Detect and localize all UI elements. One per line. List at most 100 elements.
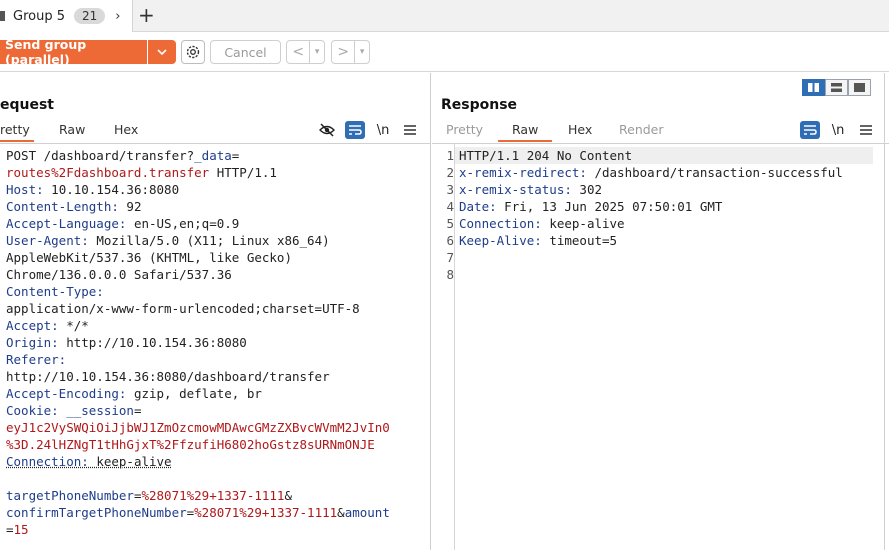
- line-number: 6: [446, 233, 454, 248]
- code-key: Accept-Encoding:: [6, 386, 127, 401]
- tab-group-5[interactable]: Group 5 21 ›: [0, 0, 133, 32]
- newline-icon[interactable]: \n: [374, 121, 392, 139]
- back-arrow-icon[interactable]: <: [287, 41, 311, 63]
- gutter-divider: [454, 144, 455, 550]
- response-pane: Response Pretty Raw Hex Render \n 1 2 3 4 5 6…: [432, 73, 889, 550]
- code-text: =: [133, 403, 142, 418]
- divider: [0, 143, 430, 144]
- menu-icon[interactable]: [858, 121, 874, 139]
- layout-toggle: [802, 79, 871, 96]
- code-value: %28071%29+1337-1111: [194, 505, 338, 520]
- tab-hex[interactable]: Hex: [568, 122, 592, 142]
- code-line: User-Agent: Mozilla/5.0 (X11; Linux x86_…: [6, 232, 390, 249]
- code-key: amount: [344, 505, 390, 520]
- response-editor[interactable]: HTTP/1.1 204 No Content x-remix-redirect:…: [459, 147, 843, 283]
- code-key: confirmTargetPhoneNumber: [6, 505, 187, 520]
- code-line: routes%2Fdashboard.transfer HTTP/1.1: [6, 164, 390, 181]
- newline-icon[interactable]: \n: [829, 121, 847, 139]
- code-text: Mozilla/5.0 (X11; Linux x86_64): [88, 233, 330, 248]
- code-text: =: [6, 522, 14, 537]
- code-key: x-remix-status:: [459, 182, 572, 197]
- code-text: http://10.10.154.36:8080/dashboard/trans…: [6, 369, 330, 384]
- code-line: Date: Fri, 13 Jun 2025 07:50:01 GMT: [459, 198, 843, 215]
- menu-icon[interactable]: [402, 121, 418, 139]
- code-value: %3D.24lHZNgT1tHhGjxT%2FfzufiH6802hoGstz8…: [6, 437, 375, 452]
- line-number: 5: [446, 216, 454, 231]
- code-line: Connection: keep-alive: [459, 215, 843, 232]
- wrap-lines-icon[interactable]: [345, 121, 365, 139]
- request-editor[interactable]: POST /dashboard/transfer?_data= routes%2F…: [6, 147, 390, 538]
- code-text: Fri, 13 Jun 2025 07:50:01 GMT: [496, 199, 723, 214]
- history-forward-button[interactable]: > ▾: [331, 40, 370, 64]
- split-horizontal-icon[interactable]: [802, 79, 825, 96]
- code-line: AppleWebKit/537.36 (KHTML, like Gecko): [6, 249, 390, 266]
- tab-pretty[interactable]: retty: [0, 122, 34, 142]
- send-dropdown-button[interactable]: [148, 40, 176, 64]
- send-group-button[interactable]: Send group (parallel): [0, 37, 147, 67]
- line-number: 7: [446, 250, 454, 265]
- code-key: Content-Type:: [6, 284, 104, 299]
- split-vertical-icon[interactable]: [825, 79, 848, 96]
- line-number: 4: [446, 199, 454, 214]
- request-pane: equest retty Raw Hex \n POST /dashboard/…: [0, 73, 431, 550]
- add-tab-button[interactable]: +: [138, 4, 155, 26]
- code-line: eyJ1c2VySWQiOiJjbWJ1ZmOzcmowMDAwcGMzZXBv…: [6, 419, 390, 436]
- chevron-down-icon: [157, 48, 167, 55]
- forward-dropdown-icon[interactable]: ▾: [355, 47, 369, 57]
- code-line: Content-Type:: [6, 283, 390, 300]
- tab-raw[interactable]: Raw: [59, 122, 85, 142]
- request-title: equest: [0, 97, 55, 113]
- code-text: POST /dashboard/transfer?: [6, 148, 195, 163]
- tab-render[interactable]: Render: [619, 122, 664, 142]
- history-back-button[interactable]: < ▾: [286, 40, 325, 64]
- response-view-tabs: Pretty Raw Hex Render: [432, 122, 889, 142]
- code-key: _data: [194, 148, 232, 163]
- gear-icon: [186, 45, 200, 59]
- code-line: Connection: keep-alive: [6, 453, 390, 470]
- code-key: Connection:: [459, 216, 542, 231]
- code-key: User-Agent:: [6, 233, 89, 248]
- back-dropdown-icon[interactable]: ▾: [310, 47, 324, 57]
- code-value: 15: [13, 522, 29, 537]
- code-line: Host: 10.10.154.36:8080: [6, 181, 390, 198]
- code-key: Date:: [459, 199, 497, 214]
- code-line: http://10.10.154.36:8080/dashboard/trans…: [6, 368, 390, 385]
- code-text: gzip, deflate, br: [126, 386, 262, 401]
- code-text: /dashboard/transaction-successful: [586, 165, 843, 180]
- settings-button[interactable]: [181, 40, 205, 64]
- tabs-icon[interactable]: [848, 79, 871, 96]
- code-line: Origin: http://10.10.154.36:8080: [6, 334, 390, 351]
- code-text: 302: [571, 182, 602, 197]
- code-line: POST /dashboard/transfer?_data=: [6, 147, 390, 164]
- cancel-button[interactable]: Cancel: [210, 40, 281, 64]
- code-key: Cookie:: [6, 403, 59, 418]
- eye-off-icon[interactable]: [318, 121, 336, 139]
- code-text: http://10.10.154.36:8080: [58, 335, 247, 350]
- tab-pretty[interactable]: Pretty: [446, 122, 483, 142]
- code-key: Connection:: [6, 454, 89, 469]
- code-line: targetPhoneNumber=%28071%29+1337-1111&: [6, 487, 390, 504]
- tab-label: Group 5: [13, 8, 65, 24]
- wrap-lines-icon[interactable]: [800, 121, 820, 139]
- code-line: Accept-Language: en-US,en;q=0.9: [6, 215, 390, 232]
- forward-arrow-icon[interactable]: >: [332, 41, 356, 63]
- code-value: eyJ1c2VySWQiOiJjbWJ1ZmOzcmowMDAwcGMzZXBv…: [6, 420, 390, 435]
- code-line: Keep-Alive: timeout=5: [459, 232, 843, 249]
- code-line: x-remix-redirect: /dashboard/transaction…: [459, 164, 843, 181]
- code-text: Chrome/136.0.0.0 Safari/537.36: [6, 267, 232, 282]
- line-number: 2: [446, 165, 454, 180]
- chevron-right-icon[interactable]: ›: [115, 9, 120, 24]
- tab-bar: Group 5 21 › +: [0, 0, 889, 32]
- code-text: 10.10.154.36:8080: [43, 182, 180, 197]
- code-text: &: [284, 488, 292, 503]
- code-key: Accept-Language:: [6, 216, 127, 231]
- code-text: application/x-www-form-urlencoded;charse…: [6, 301, 360, 316]
- toolbar: Send group (parallel) Cancel < ▾ > ▾: [0, 32, 889, 72]
- code-text: */*: [58, 318, 89, 333]
- tab-raw[interactable]: Raw: [498, 122, 552, 142]
- line-number: 3: [446, 182, 454, 197]
- tab-hex[interactable]: Hex: [114, 122, 138, 142]
- code-line: =15: [6, 521, 390, 538]
